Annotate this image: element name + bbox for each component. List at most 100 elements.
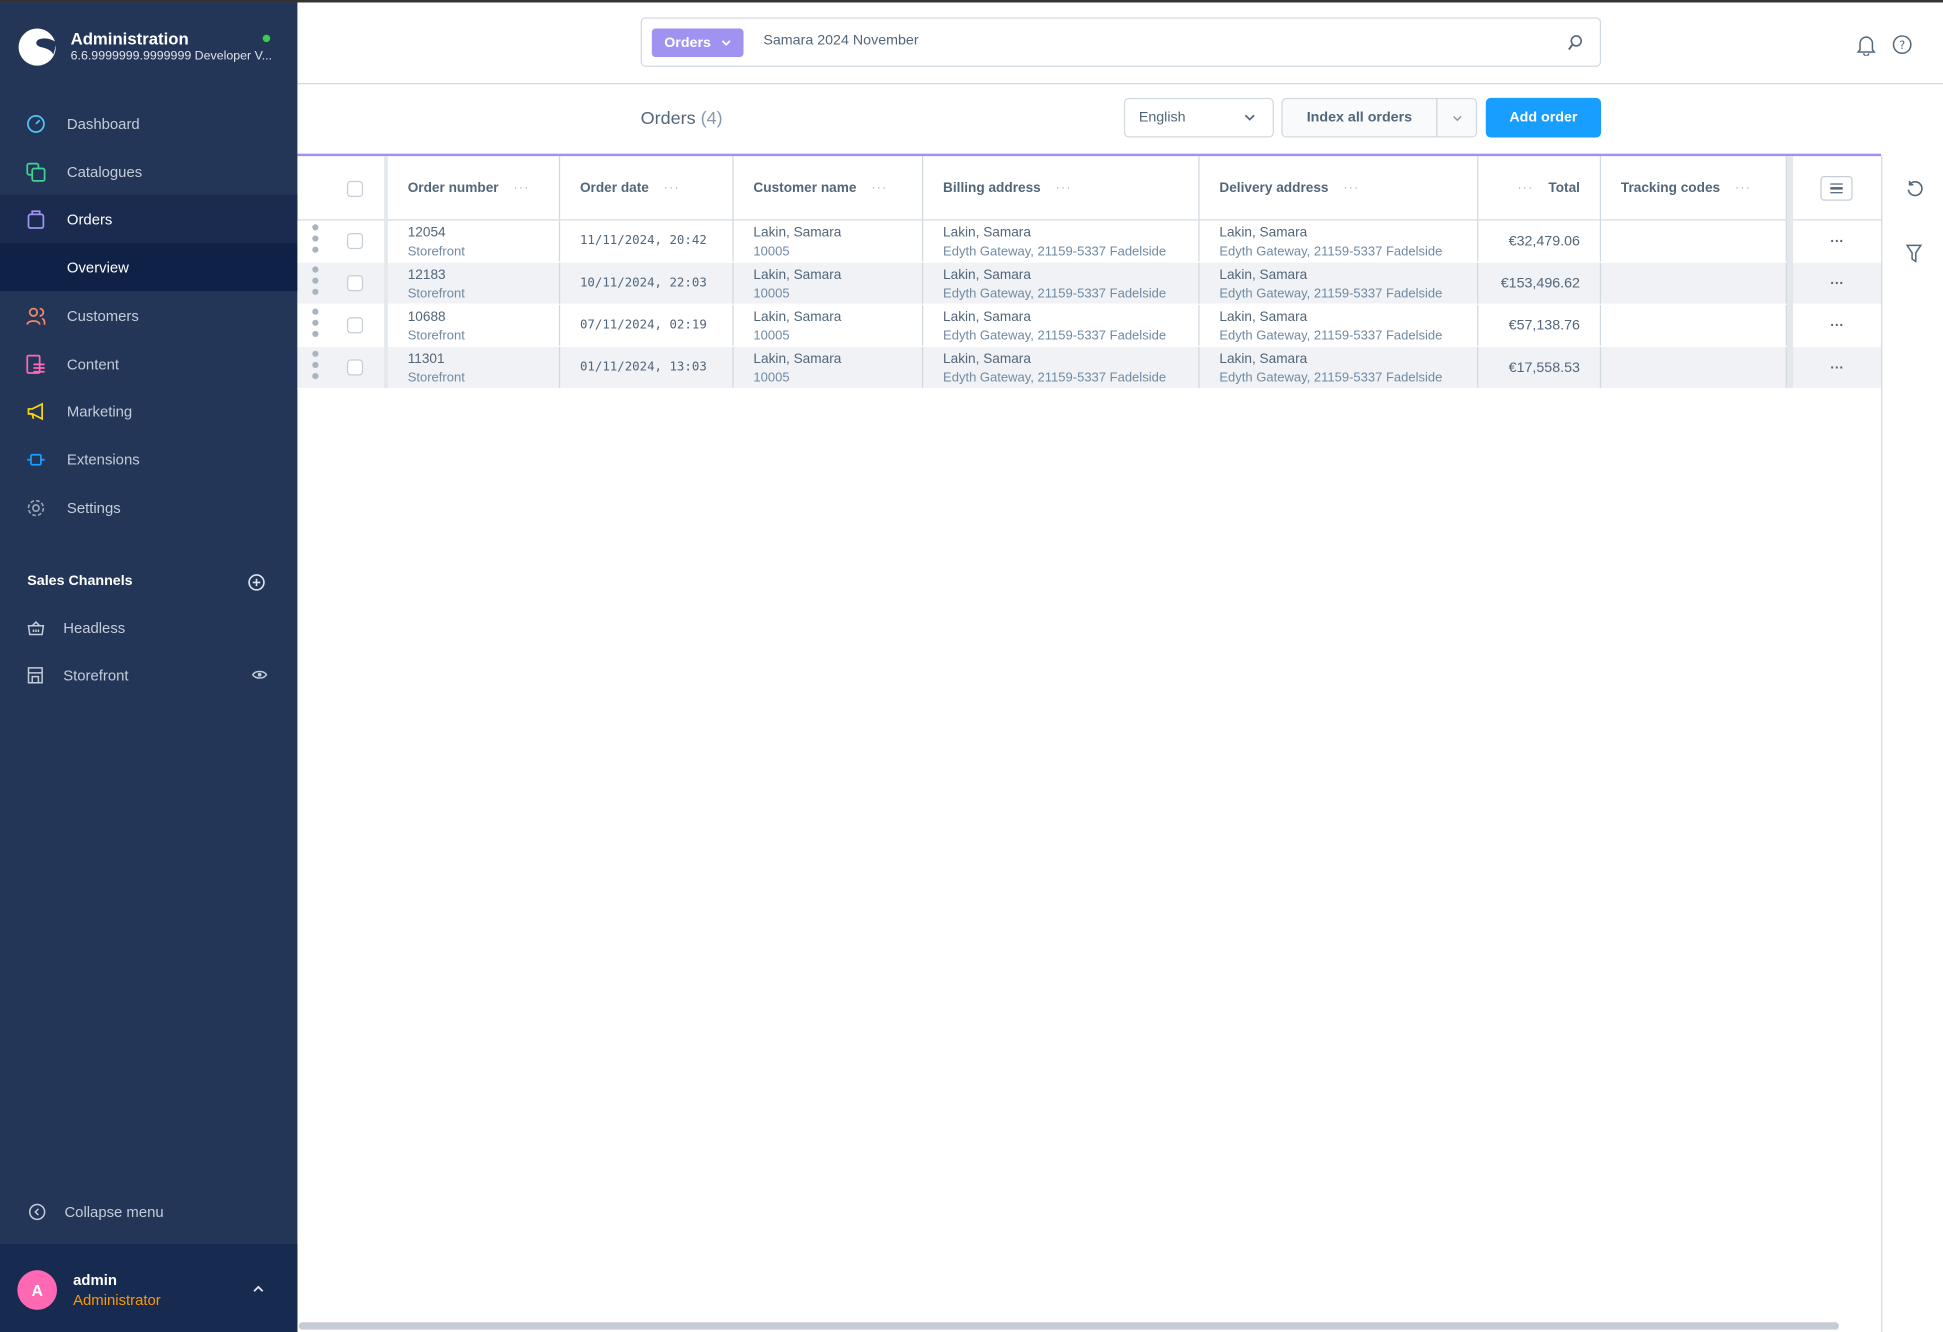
column-header[interactable]: Customer name ···: [734, 156, 924, 220]
billing-name: Lakin, Samara: [943, 267, 1031, 283]
sidebar-item-overview[interactable]: Overview: [0, 242, 298, 292]
app-version: 6.6.9999999.9999999 Developer V...: [70, 49, 273, 64]
customer-number: 10005: [753, 370, 790, 386]
sidebar-item-extensions[interactable]: Extensions: [0, 435, 297, 483]
chevron-up-icon[interactable]: [253, 1285, 264, 1292]
table-row[interactable]: 10688 Storefront 07/11/2024, 02:19 Lakin, S…: [297, 304, 1882, 347]
search-icon[interactable]: [1568, 35, 1583, 51]
column-header[interactable]: ··· Total: [1478, 156, 1602, 220]
sidebar-item-label: Overview: [66, 258, 129, 276]
refresh-icon[interactable]: [1906, 180, 1923, 199]
order-date: 07/11/2024, 02:19: [579, 318, 707, 333]
order-number-link[interactable]: 10688: [408, 310, 446, 325]
order-number-cell: 12183 Storefront: [388, 262, 561, 304]
drag-handle-icon[interactable]: [312, 266, 319, 299]
order-date-cell: 07/11/2024, 02:19: [560, 304, 734, 346]
column-menu-icon[interactable]: ···: [1343, 181, 1359, 195]
row-actions-icon[interactable]: ···: [1793, 263, 1881, 305]
column-menu-icon[interactable]: ···: [664, 181, 680, 195]
user-menu[interactable]: A admin Administrator: [0, 1244, 298, 1332]
column-header[interactable]: Delivery address ···: [1200, 156, 1479, 220]
delivery-cell: Lakin, Samara Edyth Gateway, 21159-5337 F…: [1200, 346, 1479, 388]
column-header[interactable]: Order number ···: [388, 156, 561, 220]
help-icon[interactable]: ?: [1892, 35, 1912, 55]
order-number-link[interactable]: 12054: [408, 226, 446, 241]
row-actions-icon[interactable]: ···: [1793, 347, 1881, 389]
global-search[interactable]: Orders Samara 2024 November: [640, 17, 1602, 67]
customer-cell: Lakin, Samara 10005: [734, 346, 924, 388]
column-shadow: [384, 156, 388, 388]
column-menu-icon[interactable]: ···: [513, 181, 529, 195]
sidebar-item-marketing[interactable]: Marketing: [0, 387, 297, 435]
tracking-cell: [1601, 304, 1787, 346]
add-sales-channel-icon[interactable]: [248, 574, 265, 591]
order-total: €57,138.76: [1508, 317, 1580, 333]
row-checkbox[interactable]: [346, 359, 364, 376]
sidebar-item-label: Customers: [66, 306, 139, 325]
bell-icon[interactable]: [1856, 35, 1876, 56]
sidebar-item-settings[interactable]: Settings: [0, 483, 297, 531]
row-actions-icon[interactable]: ···: [1793, 305, 1881, 347]
table-header: Order number ··· Order date ··· Customer nam…: [297, 156, 1882, 221]
chevron-down-icon: [1244, 114, 1255, 121]
order-total: €32,479.06: [1508, 233, 1580, 249]
sidebar-item-dashboard[interactable]: Dashboard: [0, 99, 297, 147]
column-menu-icon[interactable]: ···: [1735, 181, 1751, 195]
sidebar-item-customers[interactable]: Customers: [0, 291, 297, 339]
extensions-icon: [0, 449, 67, 469]
column-menu-icon[interactable]: ···: [1056, 181, 1072, 195]
sidebar: Administration 6.6.9999999.9999999 Devel…: [0, 2, 298, 1332]
delivery-cell: Lakin, Samara Edyth Gateway, 21159-5337 F…: [1200, 220, 1479, 262]
search-type-dropdown[interactable]: Orders: [651, 28, 744, 58]
customers-icon: [0, 305, 67, 325]
customer-name: Lakin, Samara: [753, 309, 842, 325]
column-header[interactable]: Order date ···: [560, 156, 734, 220]
row-actions-icon[interactable]: ···: [1793, 221, 1881, 263]
sales-channel-storefront[interactable]: Storefront: [0, 651, 297, 699]
add-order-button[interactable]: Add order: [1485, 97, 1602, 138]
column-menu-icon[interactable]: ···: [871, 181, 887, 195]
language-select[interactable]: English: [1123, 97, 1274, 138]
table-row[interactable]: 11301 Storefront 01/11/2024, 13:03 Lakin, S…: [297, 346, 1882, 390]
sidebar-item-label: Extensions: [66, 450, 140, 468]
sales-channel: Storefront: [407, 370, 465, 386]
page-title-text: Orders: [640, 109, 696, 129]
sales-channel-headless[interactable]: Headless: [0, 603, 297, 651]
sidebar-item-content[interactable]: Content: [0, 340, 297, 388]
index-all-orders-button[interactable]: Index all orders: [1281, 97, 1438, 138]
order-total: €17,558.53: [1508, 359, 1580, 375]
sidebar-item-label: Settings: [66, 498, 121, 517]
select-all-checkbox[interactable]: [346, 180, 364, 198]
sidebar-item-label: Catalogues: [66, 162, 143, 181]
billing-cell: Lakin, Samara Edyth Gateway, 21159-5337 F…: [923, 220, 1200, 262]
column-settings-cell: [1793, 156, 1881, 219]
column-header-label: Order number: [407, 180, 499, 196]
row-checkbox[interactable]: [346, 317, 364, 334]
billing-cell: Lakin, Samara Edyth Gateway, 21159-5337 F…: [923, 346, 1200, 388]
eye-icon[interactable]: [251, 669, 268, 680]
search-input[interactable]: Samara 2024 November: [763, 33, 918, 48]
row-checkbox[interactable]: [346, 275, 364, 292]
collapse-menu-button[interactable]: Collapse menu: [0, 1192, 297, 1232]
order-number-link[interactable]: 12183: [408, 268, 446, 283]
column-header[interactable]: Billing address ···: [923, 156, 1200, 220]
table-row[interactable]: 12054 Storefront 11/11/2024, 20:42 Lakin, S…: [297, 220, 1882, 263]
index-options-button[interactable]: [1436, 97, 1478, 138]
column-header-label: Customer name: [753, 180, 857, 196]
column-settings-icon[interactable]: [1820, 175, 1853, 201]
order-date-cell: 01/11/2024, 13:03: [560, 346, 734, 388]
row-checkbox[interactable]: [346, 232, 364, 250]
drag-handle-icon[interactable]: [312, 224, 319, 257]
drag-handle-icon[interactable]: [312, 350, 319, 384]
order-date-cell: 10/11/2024, 22:03: [560, 262, 734, 304]
horizontal-scrollbar[interactable]: [298, 1322, 1839, 1330]
order-number-link[interactable]: 11301: [408, 352, 445, 367]
sidebar-item-orders[interactable]: Orders: [0, 194, 298, 243]
filter-icon[interactable]: [1905, 244, 1922, 263]
sidebar-item-catalogues[interactable]: Catalogues: [0, 147, 297, 195]
column-header[interactable]: Tracking codes ···: [1601, 156, 1787, 220]
drag-handle-icon[interactable]: [312, 308, 319, 342]
marketing-icon: [0, 401, 67, 421]
table-row[interactable]: 12183 Storefront 10/11/2024, 22:03 Lakin, S…: [297, 262, 1882, 305]
column-menu-icon[interactable]: ···: [1517, 181, 1533, 195]
